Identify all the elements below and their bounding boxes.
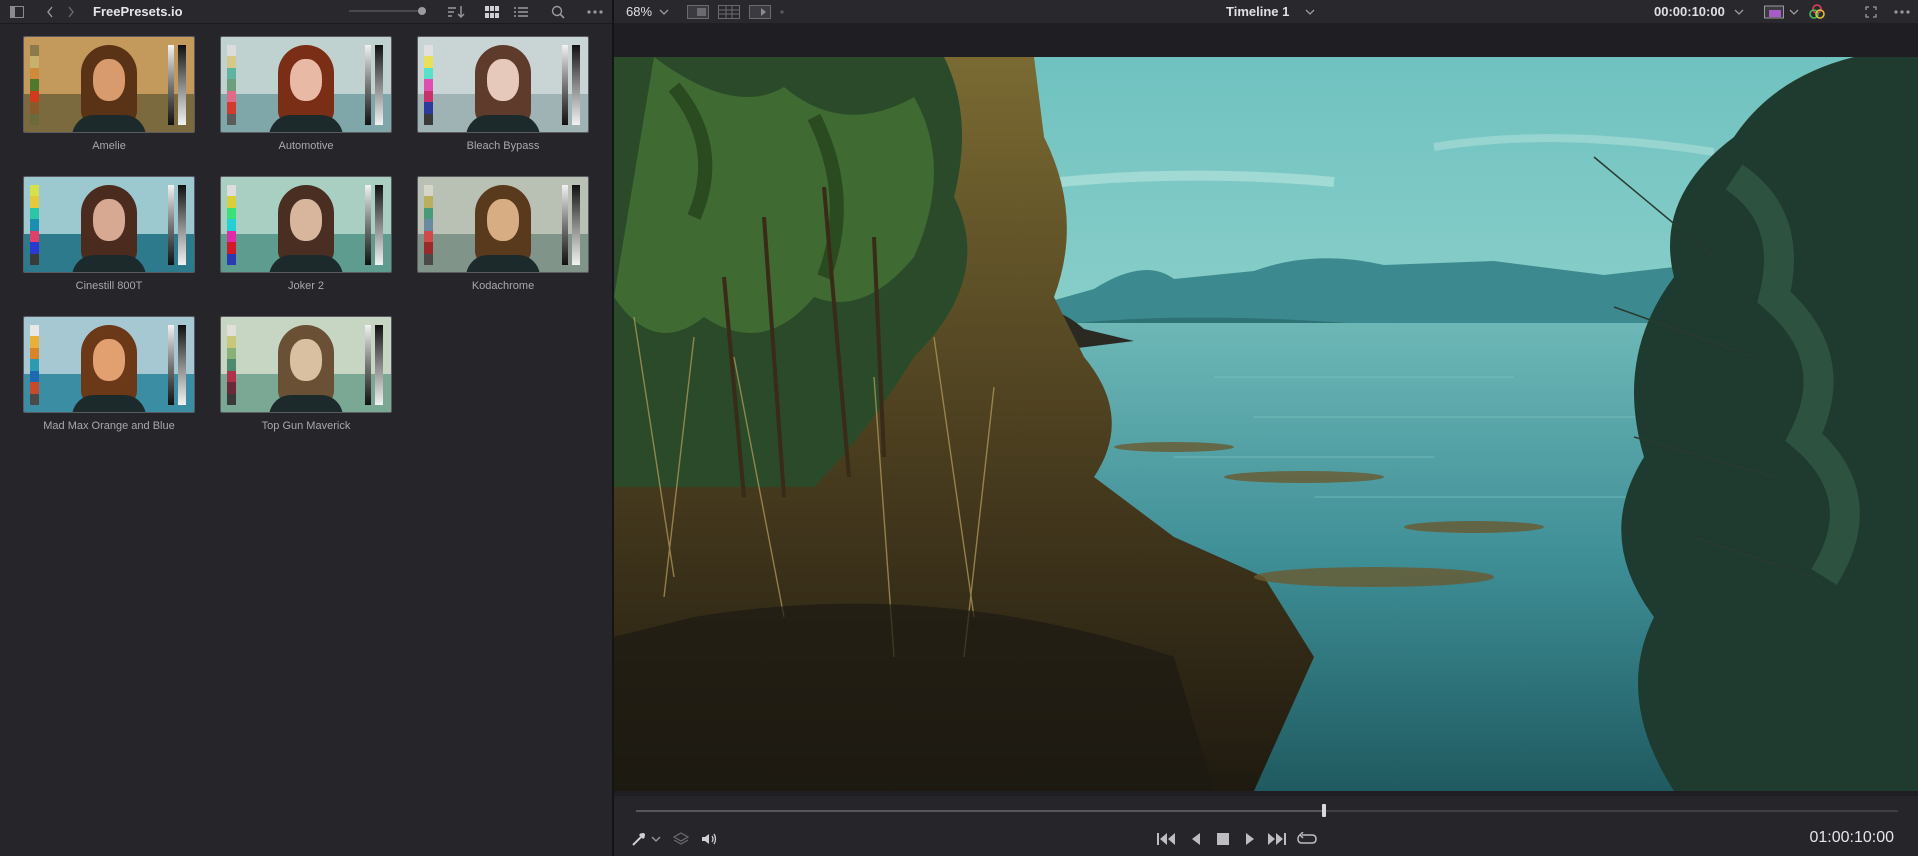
- media-browser-panel: FreePresets.io Amelie Automotive Bleach By…: [0, 0, 614, 856]
- browser-toolbar: FreePresets.io: [0, 0, 612, 24]
- panel-toggle-icon[interactable]: [8, 3, 26, 20]
- lake-landscape-frame: [614, 57, 1918, 791]
- preset-tile[interactable]: Cinestill 800T: [23, 176, 195, 302]
- current-timecode: 01:00:10:00: [1809, 829, 1894, 846]
- preset-thumbnail[interactable]: [23, 316, 195, 413]
- preset-thumbnail[interactable]: [417, 36, 589, 133]
- timeline-name[interactable]: Timeline 1: [1226, 4, 1289, 19]
- sort-icon[interactable]: [446, 3, 466, 20]
- timecode-dropdown-icon[interactable]: [1733, 3, 1745, 20]
- video-viewer[interactable]: [614, 57, 1918, 791]
- preset-tile[interactable]: Joker 2: [220, 176, 392, 302]
- preset-tile[interactable]: Automotive: [220, 36, 392, 162]
- clip-display-icon[interactable]: [1762, 3, 1786, 20]
- viewer-dot-icon: [778, 3, 786, 20]
- skip-to-start-icon[interactable]: [1154, 830, 1178, 847]
- playhead[interactable]: [1321, 804, 1326, 817]
- picker-dropdown-icon[interactable]: [650, 830, 662, 847]
- preset-name: Joker 2: [287, 280, 325, 292]
- stop-icon[interactable]: [1211, 830, 1235, 847]
- preset-name: Amelie: [92, 140, 126, 152]
- dual-viewer-icon[interactable]: [748, 3, 772, 20]
- preset-tile[interactable]: Amelie: [23, 36, 195, 162]
- play-reverse-icon[interactable]: [1184, 830, 1208, 847]
- list-view-icon[interactable]: [512, 3, 530, 20]
- color-wheel-icon[interactable]: [1807, 3, 1827, 20]
- loop-icon[interactable]: [1295, 830, 1319, 847]
- preset-thumbnail[interactable]: [220, 316, 392, 413]
- scrub-progress: [636, 810, 1324, 812]
- back-icon[interactable]: [43, 3, 57, 20]
- zoom-dropdown-icon[interactable]: [658, 3, 670, 20]
- grid-view-icon[interactable]: [483, 3, 501, 20]
- play-icon[interactable]: [1238, 830, 1262, 847]
- skip-to-end-icon[interactable]: [1265, 830, 1289, 847]
- source-viewer-icon[interactable]: [717, 3, 741, 20]
- color-picker-icon[interactable]: [629, 830, 649, 847]
- layers-icon[interactable]: [671, 830, 691, 847]
- preset-thumbnail[interactable]: [220, 176, 392, 273]
- preset-name: Top Gun Maverick: [261, 420, 351, 432]
- preset-tile[interactable]: Bleach Bypass: [417, 36, 589, 162]
- preset-name: Automotive: [278, 140, 334, 152]
- more-options-icon[interactable]: [585, 3, 605, 20]
- fullscreen-icon[interactable]: [1862, 3, 1880, 20]
- transport-bar: 01:00:10:00: [614, 796, 1918, 856]
- clip-display-dropdown-icon[interactable]: [1788, 3, 1800, 20]
- preset-name: Cinestill 800T: [75, 280, 143, 292]
- preset-name: Bleach Bypass: [466, 140, 540, 152]
- thumbnail-size-slider[interactable]: [349, 10, 421, 12]
- preset-tile[interactable]: Top Gun Maverick: [220, 316, 392, 442]
- preset-thumbnail[interactable]: [23, 36, 195, 133]
- preset-thumbnail[interactable]: [220, 36, 392, 133]
- preset-thumbnail[interactable]: [23, 176, 195, 273]
- preset-name: Mad Max Orange and Blue: [43, 420, 175, 432]
- timeline-dropdown-icon[interactable]: [1304, 3, 1316, 20]
- single-viewer-icon[interactable]: [686, 3, 710, 20]
- thumbnail-size-knob[interactable]: [418, 7, 426, 15]
- preset-tile[interactable]: Kodachrome: [417, 176, 589, 302]
- preset-name: Kodachrome: [471, 280, 535, 292]
- zoom-level[interactable]: 68%: [626, 4, 652, 19]
- viewer-toolbar: 68% Timeline 1 00:00:10:00: [614, 0, 1918, 23]
- folder-title: FreePresets.io: [93, 4, 183, 19]
- preset-thumbnail[interactable]: [417, 176, 589, 273]
- volume-icon[interactable]: [699, 830, 719, 847]
- preset-tile[interactable]: Mad Max Orange and Blue: [23, 316, 195, 442]
- forward-icon[interactable]: [64, 3, 78, 20]
- viewer-more-icon[interactable]: [1892, 3, 1912, 20]
- search-icon[interactable]: [549, 3, 567, 20]
- duration-timecode[interactable]: 00:00:10:00: [1654, 4, 1725, 19]
